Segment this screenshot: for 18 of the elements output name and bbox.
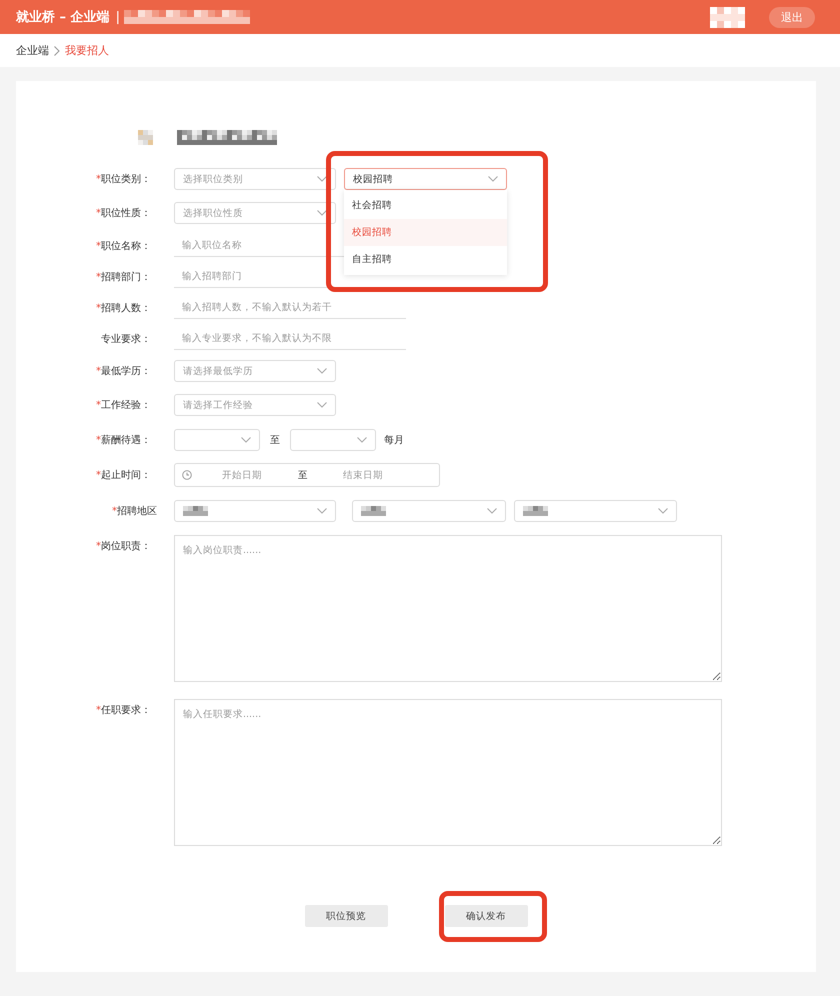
range-separator: 至 <box>270 434 280 446</box>
field-label: *职位名称： <box>95 240 152 252</box>
field-label: *职位类别： <box>95 172 152 186</box>
field-label: *任职要求： <box>95 704 152 717</box>
unit-label: 每月 <box>384 434 404 446</box>
field-label: *招聘地区 <box>111 504 158 518</box>
title-separator: | <box>116 10 120 24</box>
breadcrumb-item: 我要招人 <box>65 43 109 58</box>
field-label: *招聘人数： <box>95 302 152 314</box>
field-label: 专业要求： <box>100 332 152 346</box>
field-label: *起止时间： <box>95 468 152 482</box>
field-label: *薪酬待遇： <box>95 434 152 446</box>
field-label: *岗位职责： <box>95 540 152 553</box>
field-label: *招聘部门： <box>95 270 152 284</box>
field-label: *最低学历： <box>95 365 152 378</box>
field-label: *工作经验： <box>95 399 152 412</box>
field-label: *职位性质： <box>95 206 152 220</box>
app-title: 就业桥 – 企业端 <box>16 9 110 26</box>
